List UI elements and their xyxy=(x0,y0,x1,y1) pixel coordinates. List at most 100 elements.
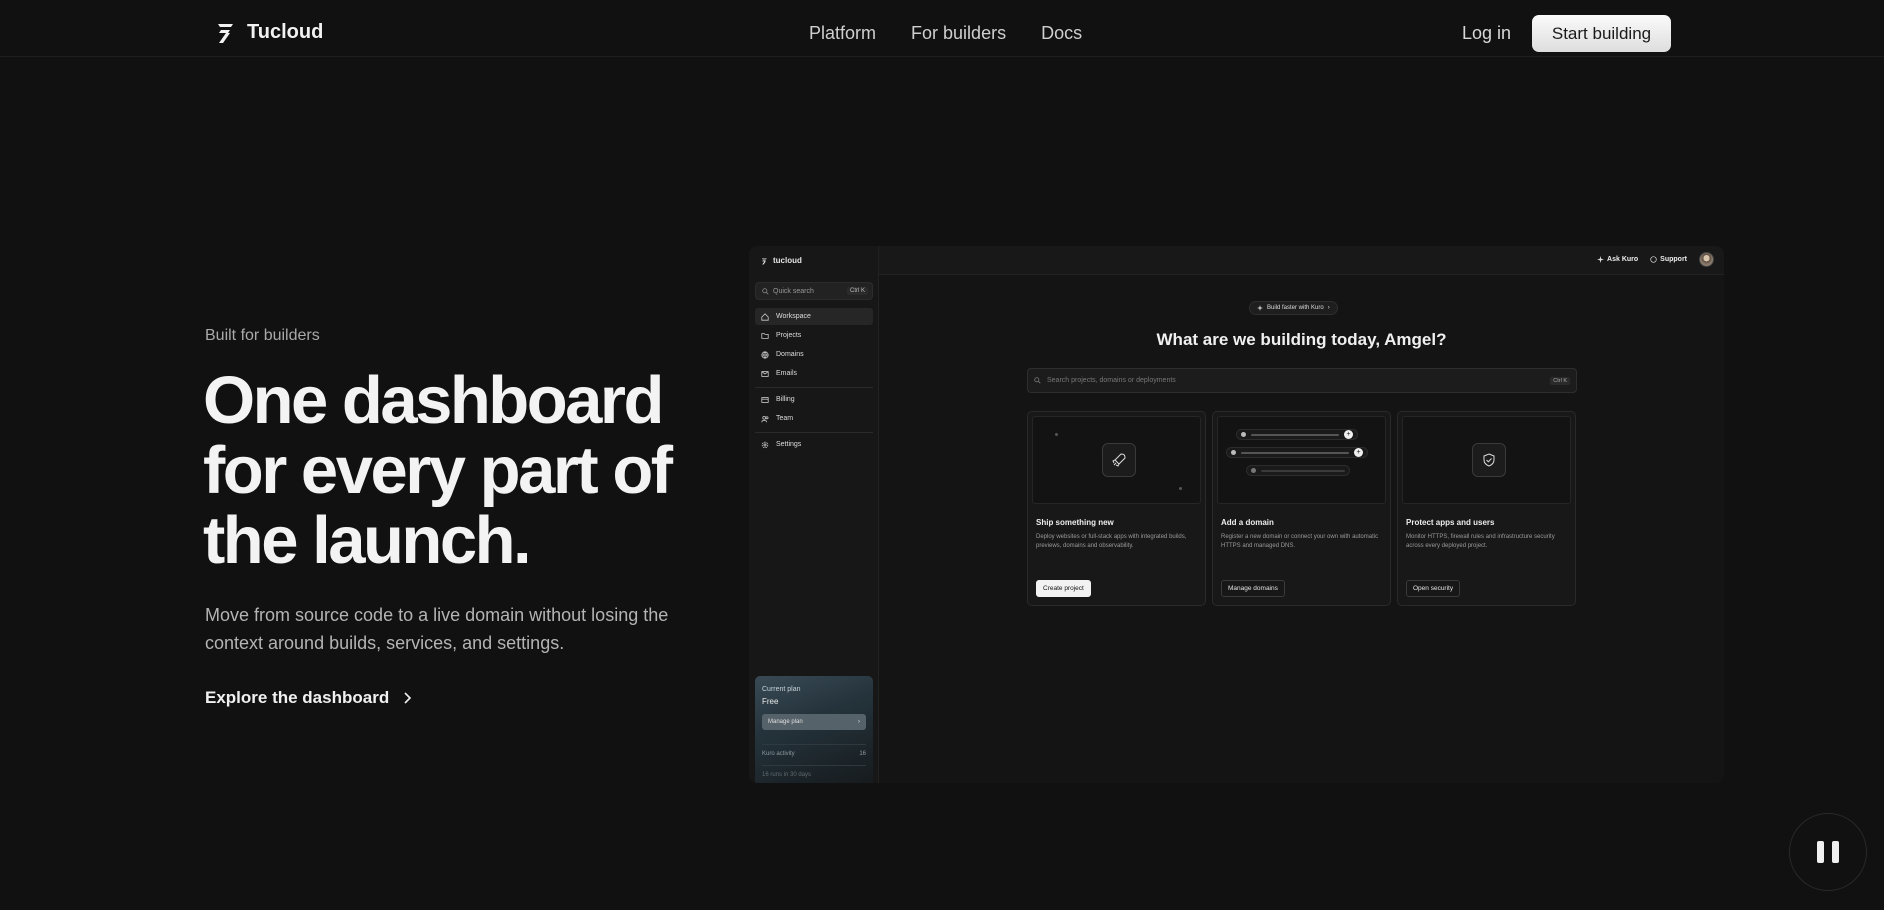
quick-search-label: Quick search xyxy=(773,287,814,295)
folder-icon xyxy=(761,332,769,339)
domain-row xyxy=(1246,465,1350,476)
sidebar-item-domains[interactable]: Domains xyxy=(755,346,873,363)
card-description: Monitor HTTPS, firewall rules and infras… xyxy=(1406,534,1555,549)
sparkle-icon xyxy=(1257,305,1263,311)
domain-row: + xyxy=(1226,447,1368,458)
preview-brand: tucloud xyxy=(761,256,802,265)
card-title: Add a domain xyxy=(1221,518,1274,527)
card-description: Register a new domain or connect your ow… xyxy=(1221,534,1379,549)
plan-value: Free xyxy=(762,697,779,706)
login-link[interactable]: Log in xyxy=(1462,23,1511,44)
shield-icon-box xyxy=(1472,443,1506,477)
card-description: Deploy websites or full-stack apps with … xyxy=(1036,534,1187,549)
dashboard-preview: tucloud Quick search Ctrl K Workspace Pr… xyxy=(749,246,1724,783)
sidebar-item-label: Domains xyxy=(776,351,804,358)
chevron-right-icon xyxy=(404,692,412,704)
activity-subtext: 16 runs in 30 days xyxy=(762,765,866,778)
nav-links: Platform For builders Docs xyxy=(809,23,1082,44)
users-icon xyxy=(761,415,769,422)
bolt-logo-icon xyxy=(761,257,767,264)
main-search-input[interactable]: Search projects, domains or deployments … xyxy=(1027,368,1577,393)
sidebar-item-label: Workspace xyxy=(776,313,811,320)
preview-sidebar: tucloud Quick search Ctrl K Workspace Pr… xyxy=(749,246,879,783)
pause-bar xyxy=(1817,841,1824,863)
activity-count: 16 xyxy=(859,751,866,757)
main-search-shortcut: Ctrl K xyxy=(1550,376,1570,385)
ask-kuro-button[interactable]: Ask Kuro xyxy=(1597,256,1638,263)
security-card: Protect apps and users Monitor HTTPS, fi… xyxy=(1397,411,1576,606)
hero-eyebrow: Built for builders xyxy=(205,327,320,344)
activity-label: Kuro activity xyxy=(762,751,795,757)
plus-icon: + xyxy=(1354,448,1363,457)
search-icon xyxy=(762,287,769,295)
top-nav: Tucloud Platform For builders Docs Log i… xyxy=(0,0,1884,57)
manage-plan-label: Manage plan xyxy=(768,719,803,725)
card-illustration xyxy=(1402,416,1571,504)
mail-icon xyxy=(761,370,769,377)
help-circle-icon xyxy=(1650,256,1657,263)
hero-subtitle: Move from source code to a live domain w… xyxy=(205,605,669,653)
hero-headline: One dashboard for every part of the laun… xyxy=(203,363,673,578)
pause-button[interactable] xyxy=(1789,813,1867,891)
domain-row: + xyxy=(1236,429,1358,440)
preview-topbar: Ask Kuro Support xyxy=(879,246,1724,275)
sidebar-item-label: Settings xyxy=(776,441,802,448)
support-button[interactable]: Support xyxy=(1650,256,1687,263)
manage-domains-button[interactable]: Manage domains xyxy=(1221,580,1285,597)
search-icon xyxy=(1034,377,1041,384)
kuro-activity-row: Kuro activity 16 xyxy=(762,744,866,757)
ask-kuro-label: Ask Kuro xyxy=(1607,256,1639,263)
sidebar-item-settings[interactable]: Settings xyxy=(755,436,873,453)
preview-brand-name: tucloud xyxy=(773,256,802,265)
sidebar-item-team[interactable]: Team xyxy=(755,410,873,427)
sparkle-dot xyxy=(1055,433,1058,436)
build-faster-pill[interactable]: Build faster with Kuro › xyxy=(1249,301,1338,315)
bolt-logo-icon xyxy=(218,24,233,43)
quick-search-shortcut: Ctrl K xyxy=(847,287,868,295)
main-search-placeholder: Search projects, domains or deployments xyxy=(1047,377,1176,384)
plus-icon: + xyxy=(1344,430,1353,439)
quick-search-input[interactable]: Quick search Ctrl K xyxy=(755,282,873,300)
card-illustration: + + xyxy=(1217,416,1386,504)
domain-card: + + Add a domain Register a new domain o… xyxy=(1212,411,1391,606)
nav-link-platform[interactable]: Platform xyxy=(809,23,876,44)
globe-icon xyxy=(761,350,769,359)
create-project-button[interactable]: Create project xyxy=(1036,580,1091,597)
current-plan-card: Current plan Free Manage plan › Kuro act… xyxy=(755,676,873,783)
chevron-right-icon: › xyxy=(1327,305,1330,311)
brand-logo[interactable]: Tucloud xyxy=(215,20,323,44)
nav-link-for-builders[interactable]: For builders xyxy=(911,23,1006,44)
chevron-right-icon: › xyxy=(858,719,860,725)
sidebar-item-billing[interactable]: Billing xyxy=(755,391,873,408)
sidebar-item-emails[interactable]: Emails xyxy=(755,365,873,382)
open-security-button[interactable]: Open security xyxy=(1406,580,1461,597)
credit-card-icon xyxy=(761,396,769,403)
brand-name: Tucloud xyxy=(247,20,324,43)
manage-plan-button[interactable]: Manage plan › xyxy=(762,714,866,730)
ship-card: Ship something new Deploy websites or fu… xyxy=(1027,411,1206,606)
pill-label: Build faster with Kuro xyxy=(1267,305,1324,311)
sidebar-divider xyxy=(755,432,873,433)
explore-dashboard-link[interactable]: Explore the dashboard xyxy=(205,688,413,708)
sidebar-item-label: Projects xyxy=(776,332,802,339)
sparkle-icon xyxy=(1597,256,1605,263)
start-building-button[interactable]: Start building xyxy=(1532,15,1671,52)
sidebar-item-label: Team xyxy=(776,415,794,422)
shield-check-icon xyxy=(1483,453,1495,467)
home-icon xyxy=(761,312,769,321)
plan-label: Current plan xyxy=(762,686,801,693)
rocket-icon-box xyxy=(1102,443,1136,477)
avatar[interactable] xyxy=(1699,252,1714,267)
rocket-icon xyxy=(1112,453,1126,467)
support-label: Support xyxy=(1660,256,1687,263)
card-title: Ship something new xyxy=(1036,518,1114,527)
sidebar-item-label: Billing xyxy=(776,396,795,403)
sidebar-item-projects[interactable]: Projects xyxy=(755,327,873,344)
explore-dashboard-label: Explore the dashboard xyxy=(205,688,390,707)
sidebar-divider xyxy=(755,387,873,388)
card-illustration xyxy=(1032,416,1201,504)
nav-link-docs[interactable]: Docs xyxy=(1041,23,1082,44)
pause-bar xyxy=(1832,841,1839,863)
sidebar-item-label: Emails xyxy=(776,370,798,377)
sidebar-item-workspace[interactable]: Workspace xyxy=(755,308,873,325)
